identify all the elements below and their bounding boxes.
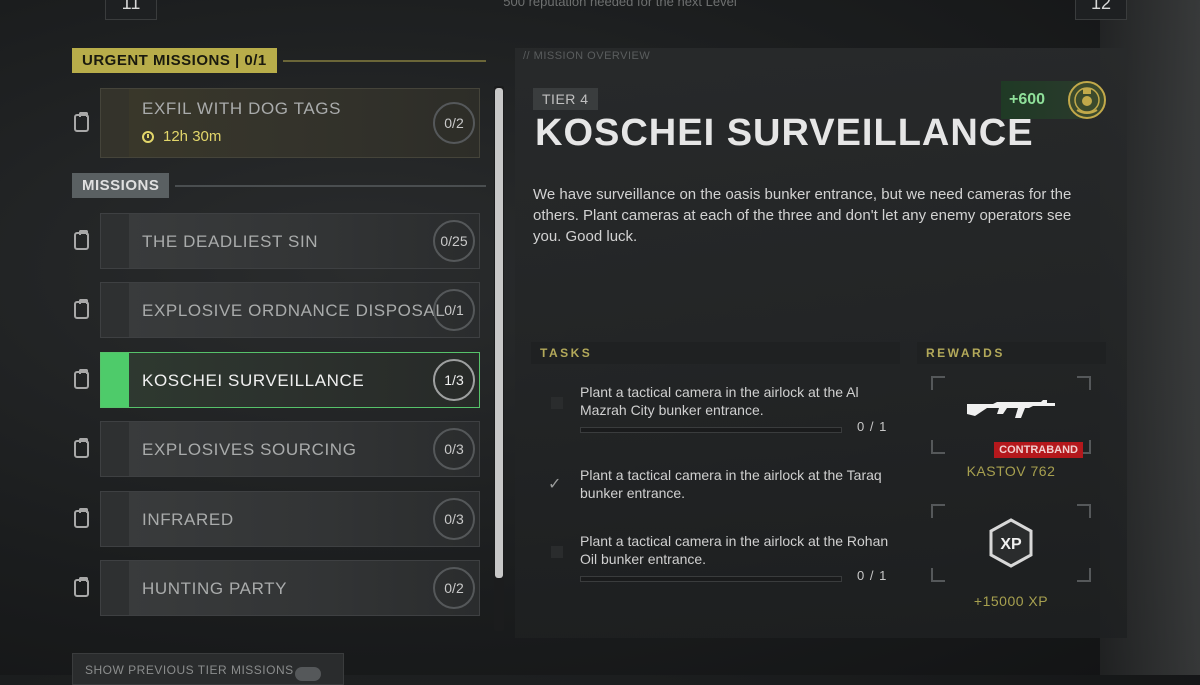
urgent-mission-exfil-with-dog-tags[interactable]: EXFIL WITH DOG TAGS 12h 30m 0/2 xyxy=(72,88,480,158)
mission-label: KOSCHEI SURVEILLANCE xyxy=(142,371,365,390)
task-text: Plant a tactical camera in the airlock a… xyxy=(580,467,882,501)
mission-title: KOSCHEI SURVEILLANCE xyxy=(535,112,1034,154)
mission-overview-panel: // MISSION OVERVIEW TIER 4 KOSCHEI SURVE… xyxy=(515,48,1127,638)
mission-label: HUNTING PARTY xyxy=(142,579,288,598)
current-level-value: 11 xyxy=(121,0,141,13)
show-previous-tier-toggle-row[interactable]: SHOW PREVIOUS TIER MISSIONS xyxy=(72,653,344,685)
mission-item-koschei-surveillance[interactable]: KOSCHEI SURVEILLANCE 1/3 xyxy=(72,352,480,408)
mission-timer-value: 12h 30m xyxy=(163,128,222,145)
mission-progress-ring: 0/25 xyxy=(433,220,475,262)
task-checkbox xyxy=(551,546,563,558)
reward-xp[interactable]: XP +15000 XP xyxy=(931,504,1091,609)
scrollbar-thumb[interactable] xyxy=(495,88,503,578)
mission-card[interactable]: INFRARED 0/3 xyxy=(100,491,480,547)
reputation-needed-text: 500 reputation needed for the next Level xyxy=(503,0,737,9)
mission-label: EXPLOSIVE ORDNANCE DISPOSAL xyxy=(142,301,446,320)
task-progress-bar xyxy=(580,576,842,582)
mission-progress-ring: 0/3 xyxy=(433,498,475,540)
clipboard-icon xyxy=(74,577,89,597)
clipboard-icon xyxy=(74,230,89,250)
mission-progress-ring: 0/2 xyxy=(433,102,475,144)
mission-progress-ring: 0/1 xyxy=(433,289,475,331)
clipboard-icon xyxy=(74,369,89,389)
mission-overview-heading: // MISSION OVERVIEW xyxy=(523,50,651,62)
mission-item-the-deadliest-sin[interactable]: THE DEADLIEST SIN 0/25 xyxy=(72,213,480,269)
reputation-reward-value: +600 xyxy=(1009,91,1046,108)
tasks-header: TASKS xyxy=(531,342,900,364)
missions-divider xyxy=(175,184,486,187)
xp-icon-text: XP xyxy=(1000,536,1022,553)
task-text: Plant a tactical camera in the airlock a… xyxy=(580,533,889,567)
faction-emblem-icon xyxy=(1068,81,1106,119)
reputation-reward: +600 xyxy=(1001,81,1106,119)
mission-label: EXFIL WITH DOG TAGS xyxy=(142,99,342,118)
mission-card-stripe xyxy=(101,89,129,157)
mission-card[interactable]: EXPLOSIVES SOURCING 0/3 xyxy=(100,421,480,477)
mission-item-explosive-ordnance-disposal[interactable]: EXPLOSIVE ORDNANCE DISPOSAL 0/1 xyxy=(72,282,480,338)
mission-label: INFRARED xyxy=(142,510,234,529)
mission-label: EXPLOSIVES SOURCING xyxy=(142,440,357,459)
next-level-value: 12 xyxy=(1090,0,1112,13)
rifle-icon xyxy=(967,400,1055,418)
task-checkbox xyxy=(551,397,563,409)
rewards-header: REWARDS xyxy=(917,342,1106,364)
mission-progress-ring: 0/2 xyxy=(433,567,475,609)
next-level-badge: 12 xyxy=(1075,0,1127,20)
clipboard-icon xyxy=(74,112,89,132)
clipboard-icon xyxy=(74,299,89,319)
clipboard-icon xyxy=(74,438,89,458)
mission-progress-ring: 1/3 xyxy=(433,359,475,401)
reward-weapon[interactable]: CONTRABAND KASTOV 762 xyxy=(931,376,1091,479)
mission-label: THE DEADLIEST SIN xyxy=(142,232,319,251)
urgent-missions-header: URGENT MISSIONS | 0/1 xyxy=(72,48,486,73)
missions-label: MISSIONS xyxy=(72,173,170,198)
mission-card[interactable]: THE DEADLIEST SIN 0/25 xyxy=(100,213,480,269)
mission-list-scrollbar[interactable] xyxy=(494,86,504,631)
mission-item-explosives-sourcing[interactable]: EXPLOSIVES SOURCING 0/3 xyxy=(72,421,480,477)
mission-progress-ring: 0/3 xyxy=(433,428,475,470)
clipboard-icon xyxy=(74,508,89,528)
mission-description: We have surveillance on the oasis bunker… xyxy=(533,186,1072,245)
mission-card-selected[interactable]: KOSCHEI SURVEILLANCE 1/3 xyxy=(100,352,480,408)
task-text: Plant a tactical camera in the airlock a… xyxy=(580,384,859,418)
xp-icon: XP xyxy=(989,518,1033,568)
tier-badge: TIER 4 xyxy=(533,88,598,110)
selected-indicator xyxy=(101,353,129,407)
mission-card-stripe xyxy=(101,561,129,615)
mission-card-stripe xyxy=(101,214,129,268)
show-previous-tier-toggle[interactable] xyxy=(295,667,321,681)
mission-item-hunting-party[interactable]: HUNTING PARTY 0/2 xyxy=(72,560,480,616)
task-progress-value: 0 / 1 xyxy=(857,419,888,434)
checkmark-icon: ✓ xyxy=(548,474,562,493)
task-progress-value: 0 / 1 xyxy=(857,568,888,583)
mission-card-stripe xyxy=(101,492,129,546)
mission-item-infrared[interactable]: INFRARED 0/3 xyxy=(72,491,480,547)
contraband-tag: CONTRABAND xyxy=(994,442,1083,458)
mission-card-stripe xyxy=(101,283,129,337)
task-progress-bar xyxy=(580,427,842,433)
stopwatch-icon xyxy=(142,130,154,143)
reward-name: KASTOV 762 xyxy=(966,463,1056,479)
mission-card[interactable]: HUNTING PARTY 0/2 xyxy=(100,560,480,616)
mission-card-stripe xyxy=(101,422,129,476)
urgent-missions-label: URGENT MISSIONS | 0/1 xyxy=(72,48,277,73)
mission-card[interactable]: EXPLOSIVE ORDNANCE DISPOSAL 0/1 xyxy=(100,282,480,338)
current-level-badge: 11 xyxy=(105,0,157,20)
urgent-divider xyxy=(282,59,486,62)
mission-timer: 12h 30m xyxy=(142,128,221,145)
reward-name: +15000 XP xyxy=(973,593,1049,609)
mission-card[interactable]: EXFIL WITH DOG TAGS 12h 30m 0/2 xyxy=(100,88,480,158)
missions-header: MISSIONS xyxy=(72,173,486,198)
